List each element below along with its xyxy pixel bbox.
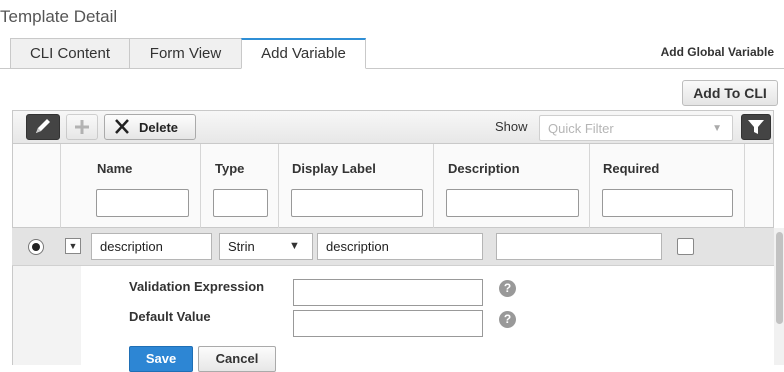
pencil-icon xyxy=(36,119,50,133)
row-expand-toggle[interactable]: ▼ xyxy=(65,238,81,254)
detail-gutter xyxy=(13,266,81,365)
row-display-label-input[interactable]: description xyxy=(317,233,483,260)
description-filter-input[interactable] xyxy=(446,189,579,217)
display-label-filter-input[interactable] xyxy=(291,189,423,217)
validation-expression-label: Validation Expression xyxy=(129,279,265,294)
type-filter-input[interactable] xyxy=(213,189,268,217)
save-button[interactable]: Save xyxy=(129,346,193,372)
column-divider xyxy=(589,144,590,228)
row-select-radio[interactable] xyxy=(28,239,44,255)
column-divider xyxy=(200,144,201,228)
help-icon[interactable]: ? xyxy=(499,311,516,328)
column-divider xyxy=(744,144,745,228)
default-value-label: Default Value xyxy=(129,309,211,324)
close-icon xyxy=(115,119,129,134)
row-name-input[interactable]: description xyxy=(91,233,212,260)
column-header-description: Description xyxy=(448,161,520,176)
quick-filter-placeholder: Quick Filter xyxy=(548,121,614,136)
name-filter-input[interactable] xyxy=(96,189,189,217)
tab-add-variable[interactable]: Add Variable xyxy=(241,38,366,69)
cancel-button[interactable]: Cancel xyxy=(198,346,276,372)
add-row-button[interactable] xyxy=(66,114,98,140)
column-divider xyxy=(60,144,61,228)
chevron-down-icon: ▼ xyxy=(68,241,78,251)
plus-icon xyxy=(75,120,89,134)
add-global-variable-link[interactable]: Add Global Variable xyxy=(661,45,774,59)
tab-cli-content[interactable]: CLI Content xyxy=(10,38,130,69)
column-divider xyxy=(433,144,434,228)
delete-button[interactable]: Delete xyxy=(104,114,196,140)
grid-toolbar: Delete Show Quick Filter ▼ xyxy=(12,110,774,144)
column-header-name: Name xyxy=(97,161,133,176)
add-to-cli-button[interactable]: Add To CLI xyxy=(682,80,778,106)
quick-filter-select[interactable]: Quick Filter ▼ xyxy=(539,115,733,141)
column-header-type: Type xyxy=(215,161,245,176)
row-required-checkbox[interactable] xyxy=(677,238,694,255)
validation-expression-input[interactable] xyxy=(293,279,483,306)
tab-form-view[interactable]: Form View xyxy=(129,38,242,69)
column-divider xyxy=(278,144,279,228)
row-detail-panel: Validation Expression ? Default Value ? … xyxy=(12,266,774,372)
edit-button[interactable] xyxy=(26,114,60,140)
grid-header: Name Type Display Label Description Requ… xyxy=(12,144,774,228)
delete-label: Delete xyxy=(139,120,179,135)
grid-scrollbar-thumb[interactable] xyxy=(776,232,783,324)
default-value-input[interactable] xyxy=(293,310,483,337)
column-header-required: Required xyxy=(603,161,660,176)
chevron-down-icon: ▼ xyxy=(712,123,722,134)
filter-icon xyxy=(748,120,764,134)
table-row[interactable]: ▼ description Strin ▼ description xyxy=(12,228,774,266)
help-icon[interactable]: ? xyxy=(499,280,516,297)
page-title: Template Detail xyxy=(0,7,118,26)
chevron-down-icon: ▼ xyxy=(289,240,300,252)
column-header-display-label: Display Label xyxy=(292,161,376,176)
row-description-input[interactable] xyxy=(496,233,662,260)
required-filter-input[interactable] xyxy=(602,189,733,217)
show-label: Show xyxy=(495,119,528,134)
row-type-value: Strin xyxy=(228,239,255,254)
filter-button[interactable] xyxy=(741,114,771,140)
